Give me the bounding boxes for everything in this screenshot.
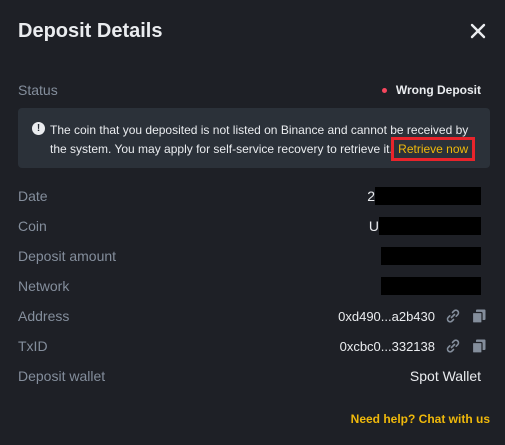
network-label: Network	[18, 278, 70, 294]
close-button[interactable]	[469, 22, 487, 40]
copy-icon[interactable]	[471, 308, 487, 324]
deposit-amount-row: Deposit amount	[18, 246, 481, 266]
date-label: Date	[18, 188, 48, 204]
coin-value: U	[369, 217, 481, 235]
txid-text: 0xcbc0...332138	[339, 338, 435, 354]
redaction-bar	[381, 277, 481, 295]
date-row: Date 2	[18, 186, 481, 206]
copy-icon[interactable]	[471, 338, 487, 354]
redaction-bar	[379, 217, 481, 235]
status-text: Wrong Deposit	[395, 83, 481, 97]
address-value: 0xd490...a2b430	[338, 308, 487, 324]
deposit-amount-label: Deposit amount	[18, 248, 117, 264]
close-icon	[470, 23, 486, 39]
txid-label: TxID	[18, 338, 48, 354]
dialog-title: Deposit Details	[18, 20, 163, 42]
address-text: 0xd490...a2b430	[338, 308, 435, 324]
wrong-deposit-notice: ! The coin that you deposited is not lis…	[18, 108, 490, 168]
status-label: Status	[18, 82, 58, 98]
status-value: Wrong Deposit	[381, 83, 481, 97]
status-row: Status Wrong Deposit	[18, 80, 481, 100]
redaction-bar	[381, 247, 481, 265]
coin-row: Coin U	[18, 216, 481, 236]
exclamation-circle-icon: !	[32, 122, 45, 135]
link-icon[interactable]	[445, 338, 461, 354]
date-visible-prefix: 2	[367, 188, 375, 204]
txid-value: 0xcbc0...332138	[340, 338, 487, 354]
network-row: Network	[18, 276, 481, 296]
deposit-wallet-row: Deposit wallet Spot Wallet	[18, 366, 481, 386]
deposit-amount-value	[381, 247, 481, 265]
address-row: Address 0xd490...a2b430	[18, 306, 487, 326]
network-value	[381, 277, 481, 295]
link-icon[interactable]	[445, 308, 461, 324]
txid-row: TxID 0xcbc0...332138	[18, 336, 487, 356]
redaction-bar	[375, 187, 481, 205]
retrieve-now-link[interactable]: Retrieve now	[391, 137, 476, 161]
date-value: 2	[367, 187, 481, 205]
address-label: Address	[18, 308, 70, 324]
status-dot-icon	[381, 87, 387, 93]
deposit-wallet-value: Spot Wallet	[409, 368, 481, 384]
coin-visible-prefix: U	[368, 218, 379, 234]
deposit-details-dialog: Deposit Details Status Wrong Deposit ! T…	[0, 0, 505, 445]
notice-text: The coin that you deposited is not liste…	[50, 121, 486, 161]
deposit-wallet-label: Deposit wallet	[18, 368, 106, 384]
coin-label: Coin	[18, 218, 47, 234]
chat-help-link[interactable]: Need help? Chat with us	[351, 412, 490, 426]
